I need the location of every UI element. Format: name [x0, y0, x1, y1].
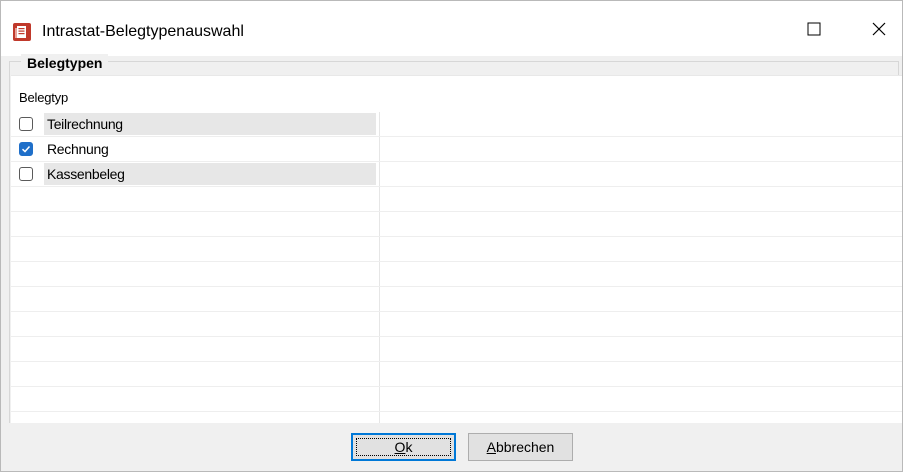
checkbox-rechnung[interactable]	[19, 142, 33, 156]
empty-row	[11, 212, 902, 237]
cancel-button[interactable]: Abbrechen	[468, 433, 573, 461]
window-title: Intrastat-Belegtypenauswahl	[42, 23, 244, 40]
group-label: Belegtypen	[21, 54, 109, 72]
empty-row	[11, 287, 902, 312]
empty-row	[11, 312, 902, 337]
row-kassenbeleg[interactable]: Kassenbeleg	[11, 162, 902, 187]
maximize-icon	[807, 22, 820, 35]
checkbox-kassenbeleg[interactable]	[19, 167, 33, 181]
empty-row	[11, 187, 902, 212]
maximize-button[interactable]	[790, 1, 837, 56]
grid-header: Belegtyp	[11, 76, 902, 112]
belegtyp-grid[interactable]: Belegtyp Teilrechnung Rechnung Kassenbel…	[11, 75, 902, 423]
row-label: Teilrechnung	[47, 116, 123, 132]
column-header-belegtyp[interactable]: Belegtyp	[19, 90, 68, 105]
dialog-footer: Ok Abbrechen	[1, 423, 902, 471]
ok-button-label: Ok	[394, 439, 413, 455]
close-button[interactable]	[855, 1, 902, 56]
close-icon	[872, 22, 885, 35]
row-rechnung[interactable]: Rechnung	[11, 137, 902, 162]
row-label: Kassenbeleg	[47, 166, 125, 182]
empty-row	[11, 237, 902, 262]
document-list-icon	[13, 23, 31, 41]
checkmark-icon	[21, 145, 31, 153]
checkbox-teilrechnung[interactable]	[19, 117, 33, 131]
cancel-button-label: Abbrechen	[486, 439, 555, 455]
ok-button[interactable]: Ok	[351, 433, 456, 461]
row-label: Rechnung	[47, 141, 109, 157]
empty-row	[11, 387, 902, 412]
empty-row	[11, 337, 902, 362]
row-teilrechnung[interactable]: Teilrechnung	[11, 112, 902, 137]
dialog-window: Intrastat-Belegtypenauswahl Belegtypen B…	[0, 0, 903, 472]
empty-row	[11, 262, 902, 287]
empty-row	[11, 362, 902, 387]
title-bar[interactable]: Intrastat-Belegtypenauswahl	[1, 1, 902, 56]
